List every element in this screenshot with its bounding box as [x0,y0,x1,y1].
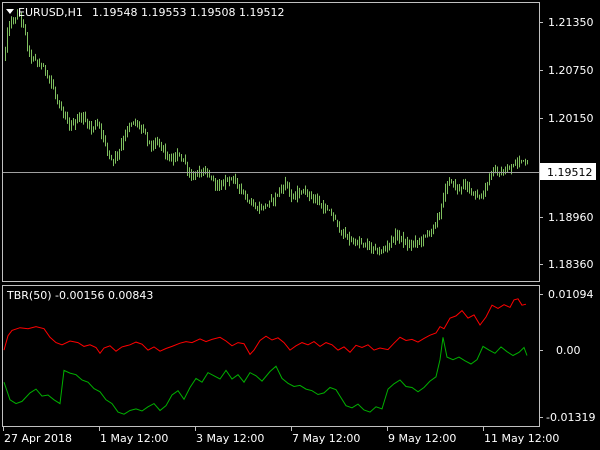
ohlc-label: 1.19548 1.19553 1.19508 1.19512 [92,6,284,19]
indicator-label: TBR(50) -0.00156 0.00843 [6,289,153,302]
indicator-tick: 0.01094 [548,288,594,301]
price-tick: 1.18360 [548,258,594,271]
trading-chart[interactable]: EURUSD,H1 1.19548 1.19553 1.19508 1.1951… [0,0,600,450]
time-tick: 3 May 12:00 [196,432,264,445]
time-axis: 27 Apr 2018 1 May 12:00 3 May 12:00 7 Ma… [3,427,559,445]
time-tick: 7 May 12:00 [292,432,360,445]
indicator-axis: 0.01094 0.00 -0.01319 [539,288,595,424]
price-tick: 1.21350 [548,16,594,29]
price-tick: 1.18960 [548,211,594,224]
price-tick: 1.20750 [548,64,594,77]
time-tick: 11 May 12:00 [484,432,559,445]
indicator-lines [3,298,528,415]
symbol-label[interactable]: EURUSD,H1 [18,6,83,19]
indicator-tick: 0.00 [556,344,581,357]
time-tick: 9 May 12:00 [388,432,456,445]
price-tick: 1.20150 [548,112,594,125]
time-tick: 1 May 12:00 [100,432,168,445]
tbr-green-line [3,337,528,415]
current-price-value: 1.19512 [547,166,593,179]
price-panel-frame[interactable] [2,2,540,282]
indicator-panel-frame[interactable] [2,285,540,427]
time-tick: 27 Apr 2018 [4,432,72,445]
indicator-tick: -0.01319 [546,411,595,424]
price-axis: 1.21350 1.20750 1.20150 1.18960 1.18360 [539,16,594,271]
tbr-red-line [3,298,527,356]
symbol-dropdown-icon[interactable] [6,9,14,14]
current-price-tag: 1.19512 [540,163,596,180]
price-bars [5,9,528,256]
